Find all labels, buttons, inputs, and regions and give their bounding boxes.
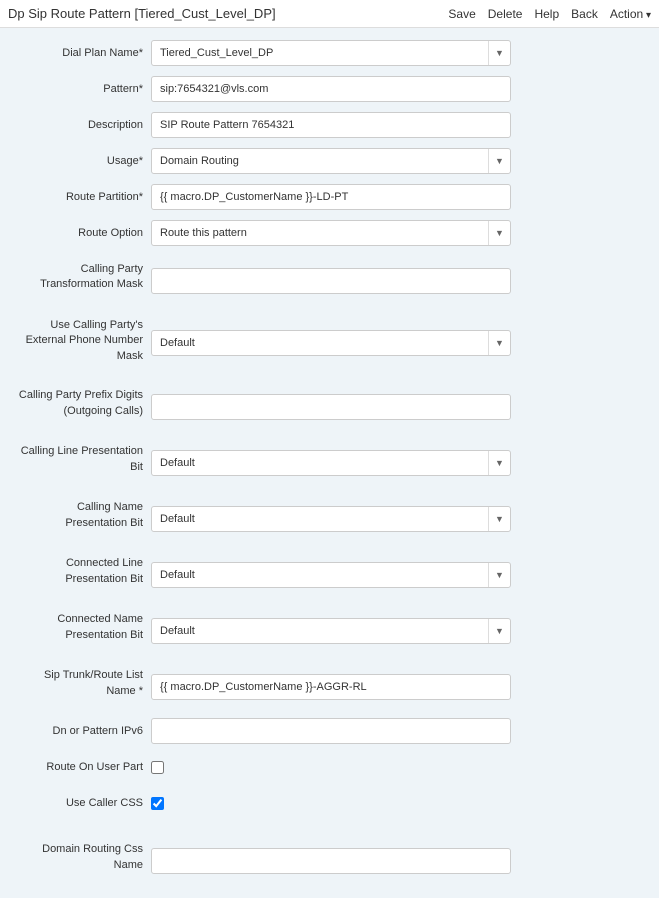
- use-calling-party-external-mask-select[interactable]: [151, 330, 511, 356]
- help-button[interactable]: Help: [534, 7, 559, 21]
- description-input[interactable]: [151, 112, 511, 138]
- row-usage: Usage* ▼: [16, 148, 643, 176]
- row-use-calling-party-external-mask: Use Calling Party's External Phone Numbe…: [16, 312, 643, 364]
- row-domain-routing-css-name: Domain Routing Css Name: [16, 836, 643, 874]
- label-use-caller-css: Use Caller CSS: [16, 790, 151, 811]
- row-sip-trunk-route-list-name: Sip Trunk/Route List Name *: [16, 662, 643, 700]
- label-calling-party-transformation-mask: Calling Party Transformation Mask: [16, 256, 151, 293]
- action-dropdown[interactable]: Action: [610, 7, 651, 21]
- label-connected-line-presentation-bit: Connected Line Presentation Bit: [16, 550, 151, 587]
- route-partition-input[interactable]: [151, 184, 511, 210]
- sip-trunk-route-list-name-input[interactable]: [151, 674, 511, 700]
- label-connected-name-presentation-bit: Connected Name Presentation Bit: [16, 606, 151, 643]
- row-connected-name-presentation-bit: Connected Name Presentation Bit ▼: [16, 606, 643, 644]
- row-route-option: Route Option ▼: [16, 220, 643, 248]
- row-use-caller-css: Use Caller CSS: [16, 790, 643, 818]
- row-calling-party-prefix-digits: Calling Party Prefix Digits (Outgoing Ca…: [16, 382, 643, 420]
- usage-select[interactable]: [151, 148, 511, 174]
- row-dn-or-pattern-ipv6: Dn or Pattern IPv6: [16, 718, 643, 746]
- label-dn-or-pattern-ipv6: Dn or Pattern IPv6: [16, 718, 151, 739]
- page-title: Dp Sip Route Pattern [Tiered_Cust_Level_…: [8, 6, 276, 21]
- label-calling-line-presentation-bit: Calling Line Presentation Bit: [16, 438, 151, 475]
- label-usage: Usage*: [16, 148, 151, 169]
- row-pattern: Pattern*: [16, 76, 643, 104]
- dial-plan-name-select[interactable]: [151, 40, 511, 66]
- calling-party-prefix-digits-input[interactable]: [151, 394, 511, 420]
- dn-or-pattern-ipv6-input[interactable]: [151, 718, 511, 744]
- save-button[interactable]: Save: [448, 7, 475, 21]
- header-actions: Save Delete Help Back Action: [448, 7, 651, 21]
- row-connected-line-presentation-bit: Connected Line Presentation Bit ▼: [16, 550, 643, 588]
- label-sip-trunk-route-list-name: Sip Trunk/Route List Name *: [16, 662, 151, 699]
- domain-routing-css-name-input[interactable]: [151, 848, 511, 874]
- label-calling-name-presentation-bit: Calling Name Presentation Bit: [16, 494, 151, 531]
- route-option-select[interactable]: [151, 220, 511, 246]
- row-calling-name-presentation-bit: Calling Name Presentation Bit ▼: [16, 494, 643, 532]
- back-button[interactable]: Back: [571, 7, 598, 21]
- connected-line-presentation-bit-select[interactable]: [151, 562, 511, 588]
- label-use-calling-party-external-mask: Use Calling Party's External Phone Numbe…: [16, 312, 151, 364]
- label-route-partition: Route Partition*: [16, 184, 151, 205]
- label-dial-plan-name: Dial Plan Name*: [16, 40, 151, 61]
- label-route-on-user-part: Route On User Part: [16, 754, 151, 775]
- row-dial-plan-name: Dial Plan Name* ▼: [16, 40, 643, 68]
- label-pattern: Pattern*: [16, 76, 151, 97]
- label-route-option: Route Option: [16, 220, 151, 241]
- route-on-user-part-checkbox[interactable]: [151, 761, 164, 774]
- row-calling-party-transformation-mask: Calling Party Transformation Mask: [16, 256, 643, 294]
- calling-name-presentation-bit-select[interactable]: [151, 506, 511, 532]
- label-calling-party-prefix-digits: Calling Party Prefix Digits (Outgoing Ca…: [16, 382, 151, 419]
- row-description: Description: [16, 112, 643, 140]
- row-route-on-user-part: Route On User Part: [16, 754, 643, 782]
- use-caller-css-checkbox[interactable]: [151, 797, 164, 810]
- page-header: Dp Sip Route Pattern [Tiered_Cust_Level_…: [0, 0, 659, 28]
- form-container: Dial Plan Name* ▼ Pattern* Description U…: [0, 28, 659, 898]
- label-domain-routing-css-name: Domain Routing Css Name: [16, 836, 151, 873]
- connected-name-presentation-bit-select[interactable]: [151, 618, 511, 644]
- label-description: Description: [16, 112, 151, 133]
- row-calling-line-presentation-bit: Calling Line Presentation Bit ▼: [16, 438, 643, 476]
- row-route-partition: Route Partition*: [16, 184, 643, 212]
- pattern-input[interactable]: [151, 76, 511, 102]
- calling-line-presentation-bit-select[interactable]: [151, 450, 511, 476]
- calling-party-transformation-mask-input[interactable]: [151, 268, 511, 294]
- delete-button[interactable]: Delete: [488, 7, 523, 21]
